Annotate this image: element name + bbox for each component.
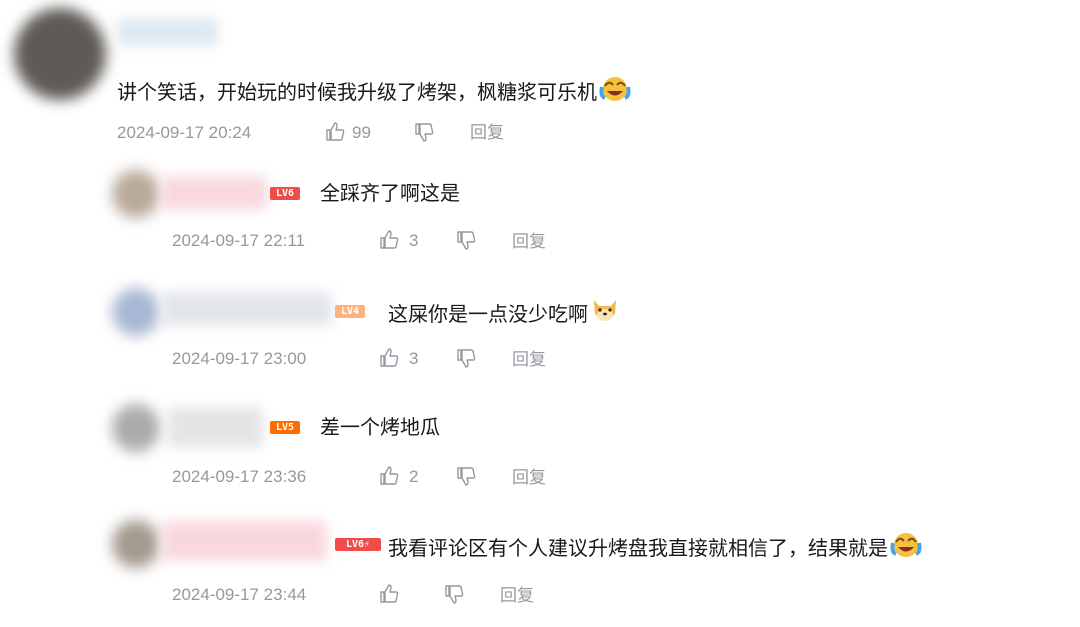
thumbs-up-icon[interactable] <box>378 229 400 251</box>
reply-avatar[interactable] <box>112 170 160 218</box>
reply-time: 2024-09-17 23:00 <box>172 349 307 368</box>
commenter-avatar[interactable] <box>14 8 106 100</box>
thumbs-up-icon[interactable] <box>324 121 346 143</box>
thumbs-up-icon[interactable] <box>378 465 400 487</box>
thumbs-down-icon[interactable] <box>443 583 465 605</box>
reply-user-name[interactable] <box>162 292 332 326</box>
level-badge: LV6 <box>270 187 300 200</box>
reply-avatar[interactable] <box>112 288 160 336</box>
like-count: 2 <box>409 467 419 486</box>
like-count: 99 <box>352 123 371 142</box>
lightning-icon: ⚡ <box>364 539 371 550</box>
reply-button[interactable]: 回复 <box>512 467 546 489</box>
thumbs-down-icon[interactable] <box>455 465 477 487</box>
reply-text: 我看评论区有个人建议升烤盘我直接就相信了，结果就是 <box>388 530 922 565</box>
level-badge-hardcore: LV6⚡ <box>335 538 381 551</box>
reply-button[interactable]: 回复 <box>512 231 546 253</box>
level-badge: LV4 <box>335 305 365 318</box>
reply-text-content: 我看评论区有个人建议升烤盘我直接就相信了，结果就是 <box>388 536 888 560</box>
commenter-name[interactable] <box>118 18 218 46</box>
like-count: 3 <box>409 231 419 250</box>
reply-button[interactable]: 回复 <box>512 349 546 371</box>
thumbs-down-icon[interactable] <box>455 347 477 369</box>
reply-user-name[interactable] <box>162 521 327 561</box>
reply-button[interactable]: 回复 <box>470 122 504 144</box>
crying-laugh-emoji-icon <box>599 74 631 109</box>
comment-time: 2024-09-17 20:24 <box>117 123 252 142</box>
reply-text: 这屎你是一点没少吃啊 <box>388 296 620 331</box>
reply-user-name[interactable] <box>162 176 267 210</box>
level-badge-text: LV6 <box>345 539 365 550</box>
level-badge: LV5 <box>270 421 300 434</box>
comment-text: 讲个笑话，开始玩的时候我升级了烤架，枫糖浆可乐机 <box>117 74 631 109</box>
reply-text: 差一个烤地瓜 <box>320 415 440 439</box>
crying-laugh-emoji-icon <box>890 530 922 565</box>
reply-time: 2024-09-17 23:36 <box>172 467 307 486</box>
doge-emoji-icon <box>590 296 620 331</box>
reply-text-content: 这屎你是一点没少吃啊 <box>388 302 588 326</box>
reply-button[interactable]: 回复 <box>500 585 534 607</box>
thumbs-up-icon[interactable] <box>378 583 400 605</box>
reply-time: 2024-09-17 23:44 <box>172 585 307 604</box>
reply-user-name[interactable] <box>168 407 263 447</box>
thumbs-down-icon[interactable] <box>455 229 477 251</box>
thumbs-down-icon[interactable] <box>413 121 435 143</box>
reply-avatar[interactable] <box>112 520 160 568</box>
like-count: 3 <box>409 349 419 368</box>
thumbs-up-icon[interactable] <box>378 347 400 369</box>
reply-time: 2024-09-17 22:11 <box>172 231 305 250</box>
reply-text: 全踩齐了啊这是 <box>320 181 460 205</box>
reply-avatar[interactable] <box>112 404 160 452</box>
comment-text-content: 讲个笑话，开始玩的时候我升级了烤架，枫糖浆可乐机 <box>117 80 597 104</box>
